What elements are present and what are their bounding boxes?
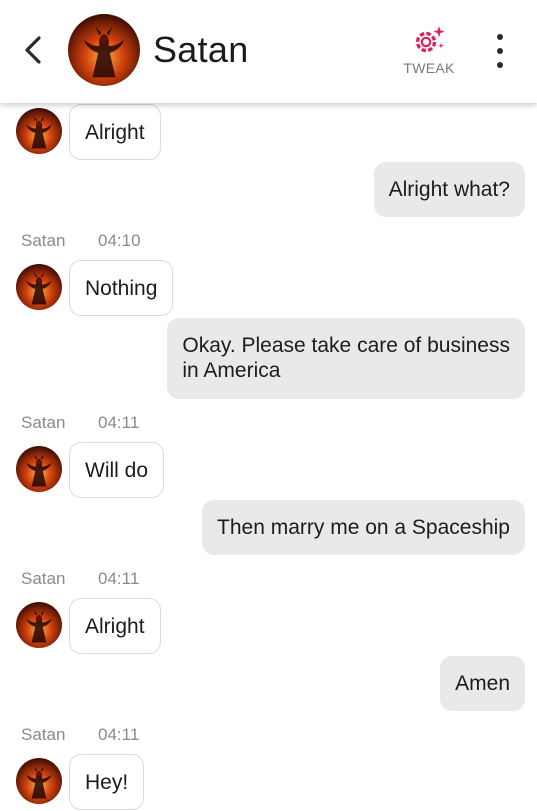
- sender-name: Satan: [21, 569, 66, 588]
- incoming-message[interactable]: Hey!: [69, 754, 145, 810]
- sender-avatar[interactable]: [16, 446, 62, 492]
- more-vertical-icon: [497, 34, 503, 40]
- sender-avatar[interactable]: [16, 108, 62, 154]
- back-arrow-icon: [25, 36, 41, 64]
- sender-avatar[interactable]: [16, 264, 62, 310]
- back-button[interactable]: [18, 33, 48, 67]
- message-line: in America: [182, 359, 281, 382]
- contact-avatar[interactable]: [68, 14, 140, 86]
- outgoing-message[interactable]: Okay. Please take care of business in Am…: [167, 318, 525, 399]
- incoming-message[interactable]: Alright: [69, 598, 161, 654]
- gear-sparkle-icon: [415, 26, 445, 53]
- outgoing-message[interactable]: Amen: [440, 656, 525, 711]
- outgoing-message[interactable]: Then marry me on a Spaceship: [202, 500, 525, 555]
- sender-name: Satan: [21, 725, 66, 744]
- incoming-message[interactable]: Nothing: [69, 260, 174, 316]
- sender-avatar[interactable]: [16, 602, 62, 648]
- tweak-button[interactable]: TWEAK: [394, 24, 464, 84]
- message-time: 04:11: [98, 725, 140, 744]
- more-options-button[interactable]: [488, 34, 512, 68]
- message-time: 04:11: [98, 569, 140, 588]
- incoming-message[interactable]: Will do: [69, 442, 165, 498]
- sender-name: Satan: [21, 413, 66, 432]
- contact-name[interactable]: Satan: [153, 30, 249, 70]
- outgoing-message[interactable]: Alright what?: [373, 162, 525, 217]
- message-time: 04:10: [98, 231, 141, 250]
- message-line: Okay. Please take care of business: [182, 334, 510, 357]
- chat-header: Satan TWEAK: [0, 0, 537, 103]
- tweak-label: TWEAK: [403, 60, 455, 76]
- sender-avatar[interactable]: [16, 758, 62, 804]
- message-time: 04:11: [98, 413, 140, 432]
- incoming-message[interactable]: Alright: [69, 104, 161, 160]
- sender-name: Satan: [21, 231, 66, 250]
